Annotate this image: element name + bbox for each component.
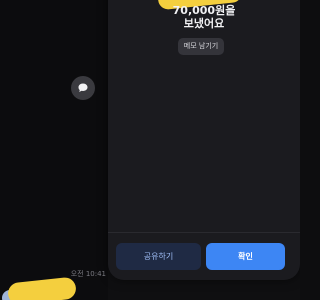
sheet-divider bbox=[108, 232, 300, 233]
app-screen: 오전 10:41 70,000원을 보냈어요 메모 남기기 공유하기 확인 bbox=[0, 0, 300, 300]
transfer-status-text: 보냈어요 bbox=[183, 17, 225, 30]
confirm-button[interactable]: 확인 bbox=[206, 243, 285, 270]
chat-background-pane bbox=[0, 0, 108, 300]
share-button[interactable]: 공유하기 bbox=[116, 243, 201, 270]
transfer-amount: 70,000원을 bbox=[172, 4, 236, 17]
leave-memo-button[interactable]: 메모 남기기 bbox=[178, 38, 224, 55]
message-timestamp: 오전 10:41 bbox=[70, 270, 106, 278]
chat-bubble-icon[interactable] bbox=[71, 76, 95, 100]
